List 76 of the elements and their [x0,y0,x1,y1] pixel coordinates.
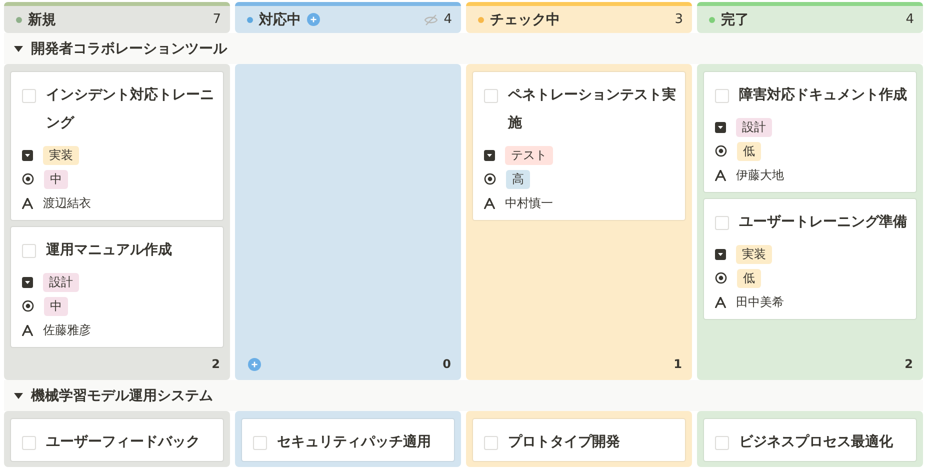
group-title: 機械学習モデル運用システム [31,386,213,404]
select-icon [715,248,726,260]
task-card[interactable]: ユーザーフィードバック [11,419,223,461]
priority-tag: 低 [737,268,761,288]
card-title: ユーザーフィードバック [46,433,200,452]
lane-count: 0 [442,357,451,371]
text-icon [484,198,495,208]
type-tag: 実装 [43,146,79,164]
lane-count: 1 [674,357,682,371]
task-card[interactable]: ビジネスプロセス最適化 [704,419,916,461]
card-title: 運用マニュアル作成 [46,241,172,260]
priority-tag: 中 [44,296,68,316]
assignee-name: 渡辺結衣 [43,194,91,212]
type-tag: 実装 [736,244,772,264]
radio-icon [715,145,727,157]
lane-count: 2 [904,357,913,371]
checkbox[interactable] [715,89,729,103]
checkbox[interactable] [22,244,36,258]
text-icon [715,170,726,180]
radio-icon [484,173,496,185]
card-title: ユーザートレーニング準備 [739,213,907,232]
card-title: 障害対応ドキュメント作成 [739,86,907,105]
column-count: 4 [906,12,914,27]
card-title: セキュリティパッチ適用 [277,432,431,452]
select-icon [22,150,33,160]
select-icon [484,150,495,160]
task-card[interactable]: セキュリティパッチ適用 [242,419,454,461]
task-card[interactable]: ユーザートレーニング準備 実装 低 田中美希 [704,199,916,319]
assignee-name: 伊藤大地 [736,166,784,184]
lane-count: 2 [212,357,220,371]
assignee-name: 佐藤雅彦 [43,322,91,338]
checkbox[interactable] [715,436,729,450]
type-tag: 設計 [43,272,79,292]
checkbox[interactable] [22,89,36,103]
task-card[interactable]: 運用マニュアル作成 設計 中 佐藤雅彦 [11,227,223,347]
checkbox[interactable] [253,436,267,450]
radio-icon [22,300,34,312]
radio-icon [22,173,34,185]
add-icon[interactable] [248,358,261,370]
text-icon [22,324,33,336]
checkbox[interactable] [484,436,498,450]
type-tag: 設計 [736,118,772,136]
task-card[interactable]: プロトタイプ開発 [473,419,685,461]
column-title: 新規 [28,10,56,28]
select-icon [22,276,33,288]
task-card[interactable]: 障害対応ドキュメント作成 設計 低 伊藤大地 [704,72,916,192]
card-title: プロトタイプ開発 [508,433,620,452]
checkbox[interactable] [484,89,498,103]
column-count: 3 [674,12,683,27]
text-icon [22,198,33,208]
checkbox[interactable] [22,436,36,450]
priority-tag: 低 [737,142,761,160]
checkbox[interactable] [715,216,729,230]
column-title: 対応中 [259,10,301,28]
caret-icon[interactable] [14,391,23,400]
column-title: チェック中 [490,10,560,28]
card-title: ペネトレーションテスト実施 [508,86,677,133]
assignee-name: 田中美希 [736,294,784,310]
group-title: 開発者コラボレーションツール [31,40,227,58]
type-tag: テスト [505,146,553,164]
caret-icon[interactable] [14,44,23,53]
priority-tag: 高 [506,170,530,188]
card-title: インシデント対応トレーニング [46,86,215,133]
column-count: 7 [212,12,221,27]
task-card[interactable]: インシデント対応トレーニング 実装 中 渡辺結衣 [11,72,223,220]
text-icon [715,296,726,308]
column-title: 完了 [721,10,749,28]
select-icon [715,122,726,132]
hidden-eye-icon[interactable] [424,14,438,26]
priority-tag: 中 [44,170,68,188]
column-count: 4 [444,12,452,27]
task-card[interactable]: ペネトレーションテスト実施 テスト 高 中村慎一 [473,72,685,220]
add-icon[interactable] [307,13,320,26]
card-title: ビジネスプロセス最適化 [739,432,893,452]
radio-icon [715,272,727,284]
assignee-name: 中村慎一 [505,194,553,212]
